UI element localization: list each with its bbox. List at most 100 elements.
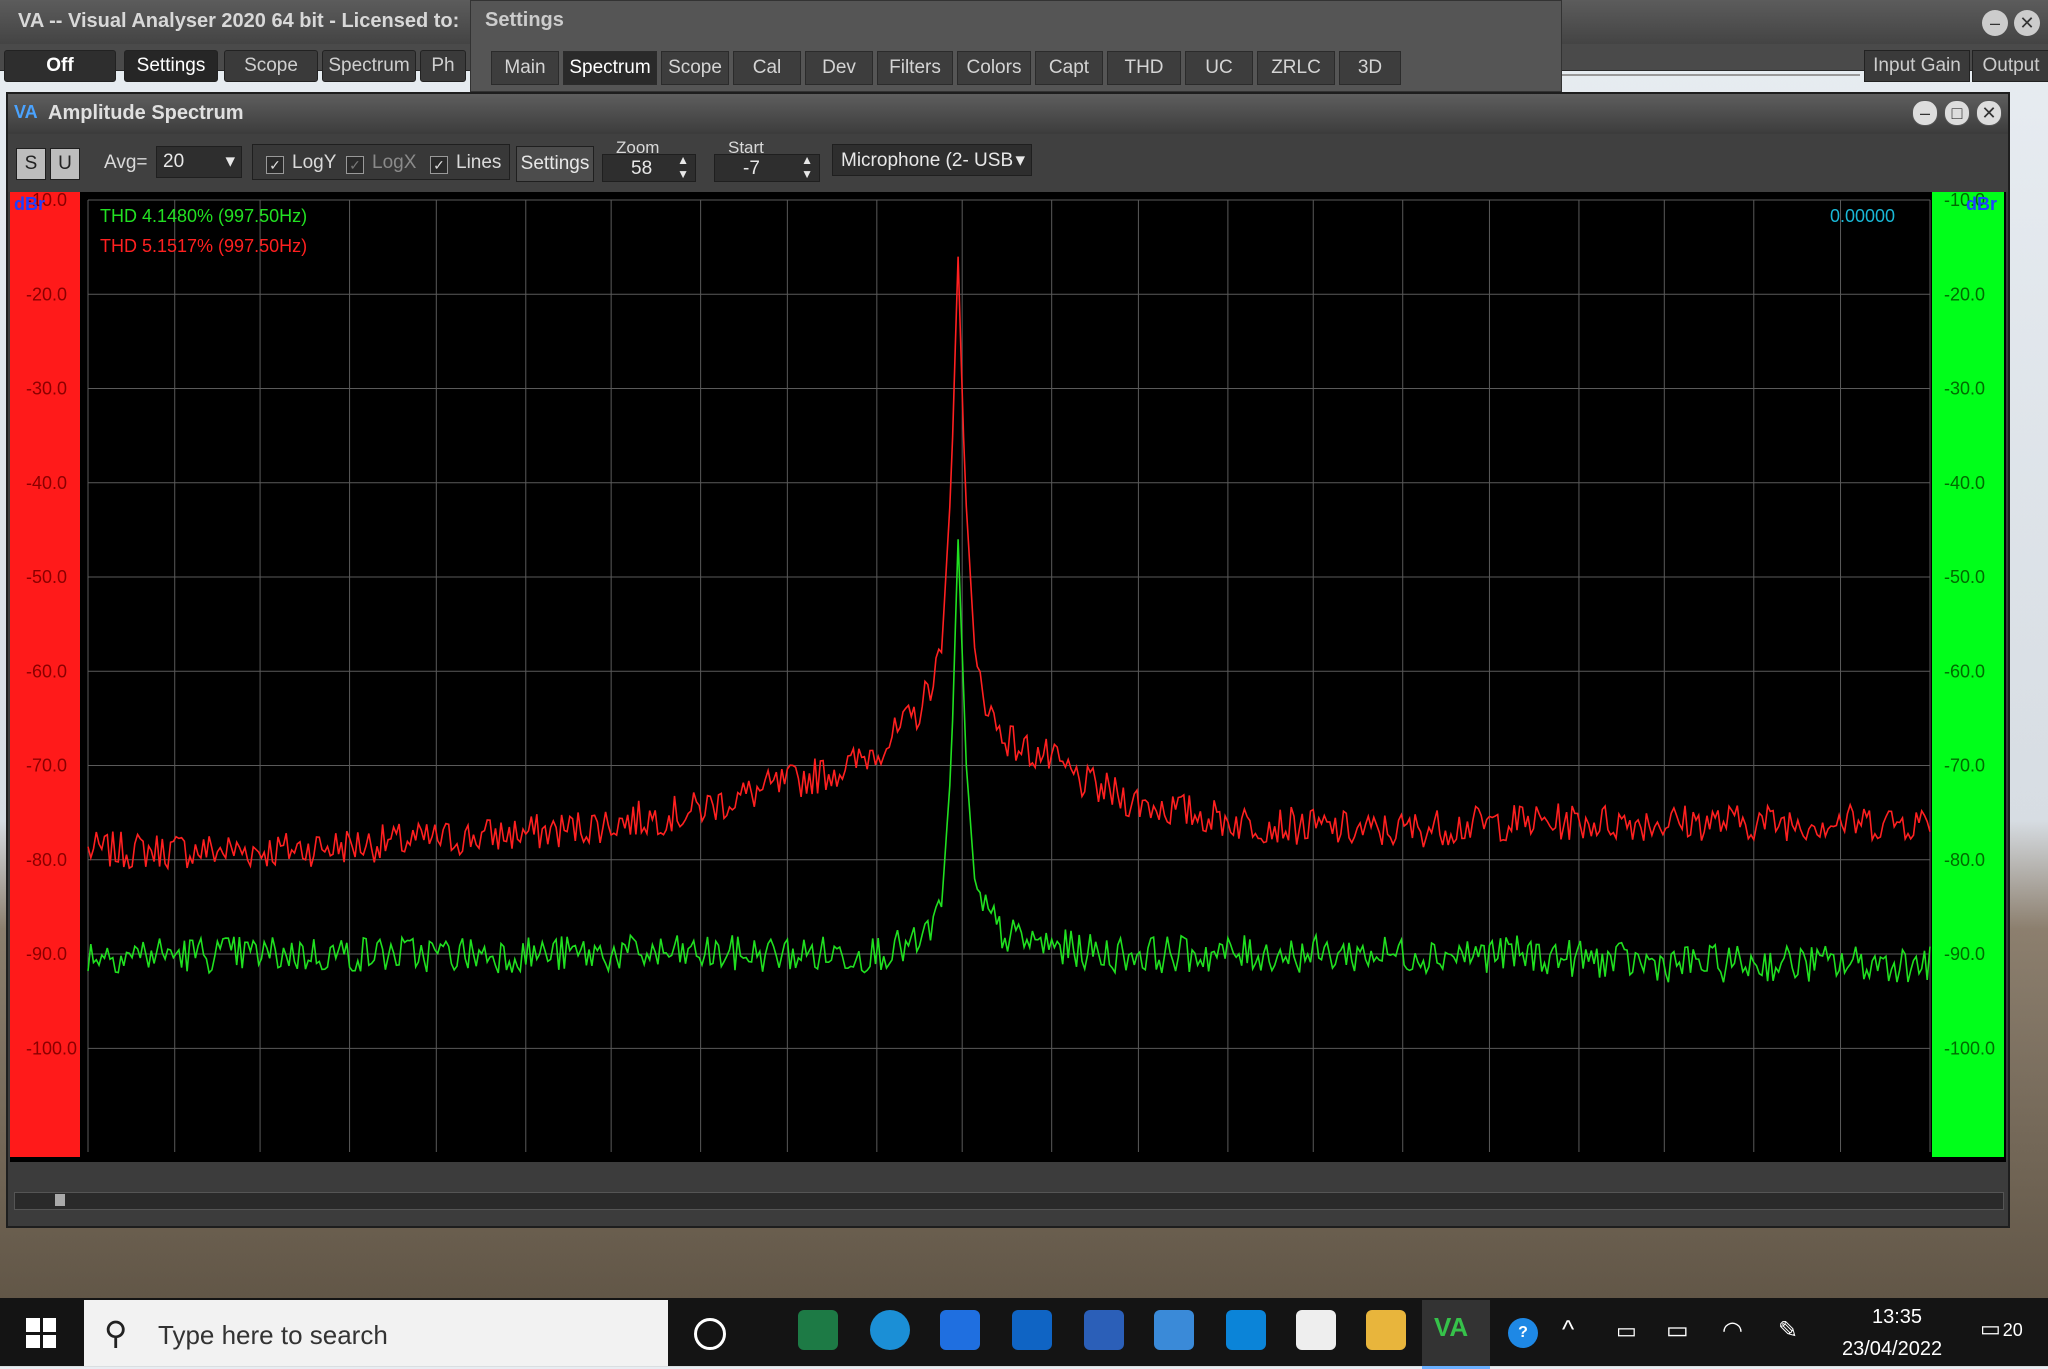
notifications-icon[interactable]: ▭ 20 bbox=[1980, 1316, 2023, 1342]
spectrum-chart: 365 428 490 555 618 683 745 810 873 938 1000 1065 11… bbox=[14, 192, 1997, 1162]
x-tick-label: 1000 bbox=[948, 1160, 988, 1162]
windows-start-icon[interactable] bbox=[26, 1318, 56, 1348]
right-y-tick-label: -60.0 bbox=[1944, 661, 1985, 681]
toolbar-settings-button[interactable]: Settings bbox=[516, 146, 594, 182]
settings-tab[interactable]: Filters bbox=[877, 51, 953, 85]
left-y-tick-label: -60.0 bbox=[26, 661, 67, 681]
x-tick-label: 1255 bbox=[1299, 1160, 1340, 1162]
off-button[interactable]: Off bbox=[4, 50, 116, 82]
spectrum-titlebar: VA Amplitude Spectrum – □ ✕ bbox=[8, 94, 2008, 132]
x-tick-label: 1448 bbox=[1565, 1160, 1605, 1162]
right-y-tick-label: -30.0 bbox=[1944, 379, 1985, 399]
edge-icon[interactable] bbox=[870, 1310, 910, 1350]
main-window-title: VA -- Visual Analyser 2020 64 bit - Lice… bbox=[18, 10, 460, 32]
settings-tab[interactable]: Main bbox=[491, 51, 559, 85]
x-tick-label: 428 bbox=[161, 1160, 191, 1162]
chevron-down-icon: ▾ bbox=[225, 151, 235, 172]
x-tick-label: 1320 bbox=[1389, 1160, 1429, 1162]
zoom-value: 58 bbox=[631, 158, 653, 179]
u-button[interactable]: U bbox=[50, 148, 80, 180]
search-icon: ⚲ bbox=[104, 1315, 128, 1351]
close-icon[interactable]: ✕ bbox=[2014, 10, 2040, 36]
settings-tab[interactable]: THD bbox=[1107, 51, 1181, 85]
cortana-icon[interactable] bbox=[694, 1318, 726, 1350]
app-fox-icon[interactable] bbox=[1296, 1310, 1336, 1350]
settings-tab[interactable]: Dev bbox=[805, 51, 873, 85]
gain-slider[interactable] bbox=[1560, 54, 1860, 76]
spinner-arrows-icon[interactable]: ▲ ▼ bbox=[677, 153, 689, 181]
spectrum-button[interactable]: Spectrum bbox=[322, 50, 416, 82]
readout-value: 0.00000 bbox=[1830, 206, 1895, 226]
x-tick-label: 938 bbox=[863, 1160, 893, 1162]
wifi-icon[interactable]: ◠ bbox=[1722, 1316, 1743, 1345]
spectrum-window-title: Amplitude Spectrum bbox=[48, 102, 244, 124]
x-tick-label: 555 bbox=[336, 1160, 367, 1162]
avg-label: Avg= bbox=[104, 152, 148, 173]
x-tick-label: 618 bbox=[422, 1160, 452, 1162]
phase-button[interactable]: Ph bbox=[420, 50, 466, 82]
settings-tab[interactable]: Capt bbox=[1035, 51, 1103, 85]
settings-tab[interactable]: Spectrum bbox=[563, 51, 657, 85]
settings-tab[interactable]: ZRLC bbox=[1257, 51, 1335, 85]
help-icon[interactable]: ? bbox=[1508, 1318, 1538, 1348]
x-tick-label: 1128 bbox=[1124, 1160, 1163, 1162]
series-line bbox=[87, 256, 1931, 871]
left-y-tick-label: -90.0 bbox=[26, 944, 67, 964]
logy-checkbox[interactable]: ✓ bbox=[266, 156, 284, 174]
start-stepper[interactable]: -7 ▲ ▼ bbox=[714, 153, 820, 182]
s-button[interactable]: S bbox=[16, 148, 46, 180]
zoom-stepper[interactable]: 58 ▲ ▼ bbox=[602, 153, 696, 182]
taskbar-search[interactable]: ⚲ Type here to search bbox=[84, 1300, 668, 1366]
right-unit-label: dBr bbox=[1966, 194, 1997, 214]
close-icon[interactable]: ✕ bbox=[1976, 100, 2002, 126]
x-tick-label: 745 bbox=[597, 1160, 628, 1162]
x-tick-label: 1703 bbox=[1916, 1160, 1956, 1162]
device-value: Microphone (2- USB bbox=[841, 150, 1014, 171]
horizontal-scrollbar[interactable] bbox=[14, 1192, 2004, 1210]
output-button[interactable]: Output bbox=[1972, 50, 2048, 82]
avg-value: 20 bbox=[163, 151, 185, 172]
visual-analyser-task[interactable]: VA bbox=[1422, 1300, 1490, 1369]
settings-tab[interactable]: UC bbox=[1185, 51, 1253, 85]
x-tick-label: 1193 bbox=[1214, 1160, 1253, 1162]
settings-tab[interactable]: 3D bbox=[1339, 51, 1401, 85]
scrollbar-thumb[interactable] bbox=[55, 1194, 65, 1206]
meet-icon[interactable]: ▭ bbox=[1616, 1318, 1637, 1344]
logx-label: LogX bbox=[372, 152, 417, 173]
outlook-icon[interactable] bbox=[1012, 1310, 1052, 1350]
mail-icon[interactable] bbox=[1154, 1310, 1194, 1350]
spinner-arrows-icon[interactable]: ▲ ▼ bbox=[801, 153, 813, 181]
onedrive-icon[interactable] bbox=[1226, 1310, 1266, 1350]
maximize-icon[interactable]: □ bbox=[1944, 100, 1970, 126]
pen-icon[interactable]: ✎ bbox=[1778, 1316, 1798, 1345]
excel-icon[interactable] bbox=[798, 1310, 838, 1350]
dropbox-icon[interactable] bbox=[940, 1310, 980, 1350]
clock-date[interactable]: 23/04/2022 bbox=[1842, 1338, 1942, 1361]
avg-select[interactable]: 20 ▾ bbox=[156, 146, 242, 178]
left-y-tick-label: -50.0 bbox=[26, 567, 67, 587]
device-select[interactable]: Microphone (2- USB ▾ bbox=[832, 144, 1032, 176]
spectrum-plot[interactable]: 365 428 490 555 618 683 745 810 873 938 1000 1065 11… bbox=[10, 192, 2006, 1162]
x-tick-label: 1065 bbox=[1038, 1160, 1079, 1162]
left-y-tick-label: -80.0 bbox=[26, 850, 67, 870]
left-y-tick-label: -70.0 bbox=[26, 756, 67, 776]
logx-checkbox[interactable]: ✓ bbox=[346, 156, 364, 174]
word-icon[interactable] bbox=[1084, 1310, 1124, 1350]
input-gain-button[interactable]: Input Gain bbox=[1864, 50, 1970, 82]
settings-tab[interactable]: Cal bbox=[733, 51, 801, 85]
chevron-up-icon[interactable]: ^ bbox=[1562, 1314, 1574, 1345]
file-explorer-icon[interactable] bbox=[1366, 1310, 1406, 1350]
lines-checkbox[interactable]: ✓ bbox=[430, 156, 448, 174]
left-y-tick-label: -40.0 bbox=[26, 473, 67, 493]
search-placeholder: Type here to search bbox=[158, 1320, 388, 1350]
settings-tab[interactable]: Scope bbox=[661, 51, 729, 85]
right-y-tick-label: -40.0 bbox=[1944, 473, 1985, 493]
minimize-icon[interactable]: – bbox=[1912, 100, 1938, 126]
clock-time[interactable]: 13:35 bbox=[1872, 1306, 1922, 1329]
scope-button[interactable]: Scope bbox=[224, 50, 318, 82]
left-y-tick-label: -30.0 bbox=[26, 379, 67, 399]
settings-button[interactable]: Settings bbox=[124, 50, 218, 82]
minimize-icon[interactable]: – bbox=[1982, 10, 2008, 36]
settings-tab[interactable]: Colors bbox=[957, 51, 1031, 85]
battery-icon[interactable]: ▭ bbox=[1666, 1316, 1689, 1345]
